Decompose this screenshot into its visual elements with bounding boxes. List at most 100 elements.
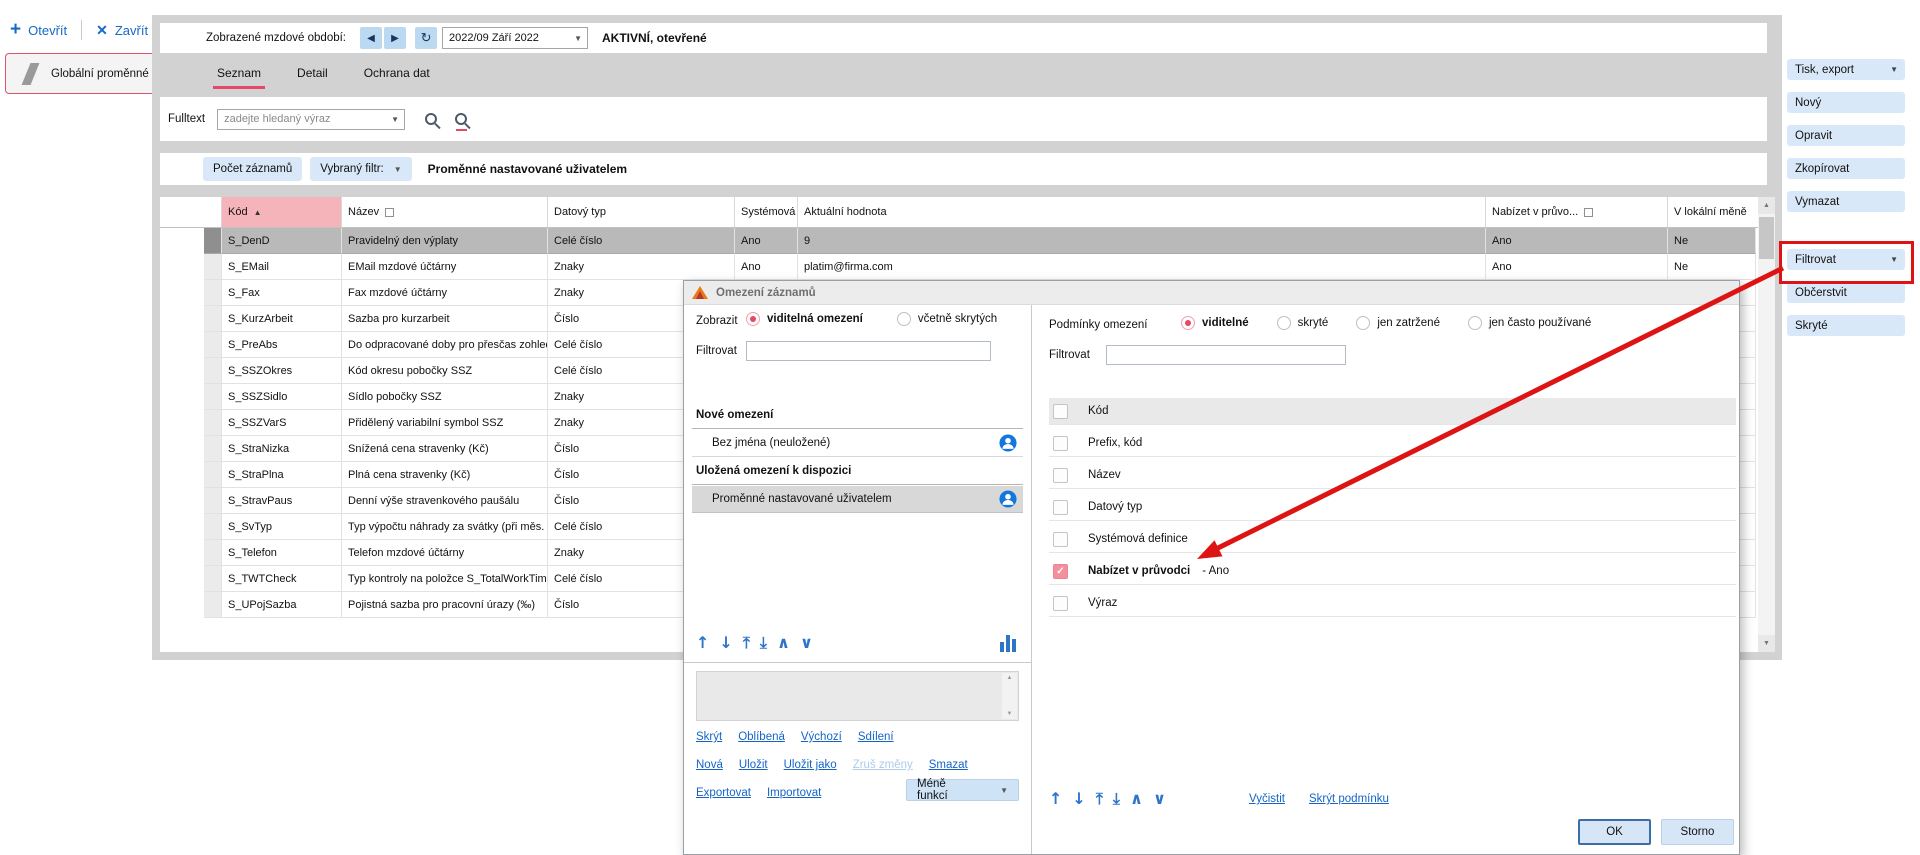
radio-option[interactable]: viditelná omezení (746, 312, 863, 326)
row-selector-cell[interactable] (204, 436, 222, 462)
column-header-systemova[interactable]: Systémová (735, 197, 798, 227)
conditions-filter-input[interactable] (1106, 345, 1346, 365)
sidebar-button[interactable]: Filtrovat ▼ (1787, 249, 1905, 270)
tab[interactable]: Seznam (213, 60, 265, 90)
condition-row[interactable]: ✓ Název (1049, 462, 1736, 489)
sidebar-button[interactable]: Skryté ▼ (1787, 315, 1905, 336)
table-scrollbar[interactable]: ▲ ▼ (1758, 197, 1775, 652)
move-down-icon[interactable]: ↓ (719, 633, 732, 653)
move-top-icon[interactable]: ⤒ (1096, 789, 1103, 809)
listbox-scrollbar[interactable]: ▲ ▼ (1002, 673, 1017, 719)
row-selector-cell[interactable] (204, 332, 222, 358)
action-link[interactable]: Exportovat (696, 787, 751, 799)
column-filter-icon[interactable] (385, 208, 394, 217)
restriction-preview-listbox[interactable]: ▲ ▼ (696, 671, 1019, 721)
row-selector-cell[interactable] (204, 306, 222, 332)
expand-icon[interactable]: ∨ (800, 633, 813, 653)
search-icon[interactable] (425, 113, 437, 125)
action-link[interactable]: Smazat (929, 759, 968, 771)
tab[interactable]: Detail (293, 60, 332, 90)
open-button[interactable]: + Otevřít (10, 23, 67, 38)
cancel-button[interactable]: Storno (1661, 819, 1734, 845)
radio-option[interactable]: jen zatržené (1356, 316, 1440, 330)
row-selector-cell[interactable] (204, 280, 222, 306)
move-down-icon[interactable]: ↓ (1072, 789, 1085, 809)
condition-row[interactable]: ✓ Systémová definice (1049, 526, 1736, 553)
column-header-aktualni-hodnota[interactable]: Aktuální hodnota (798, 197, 1486, 227)
collapse-icon[interactable]: ∧ (1130, 789, 1143, 809)
condition-row[interactable]: ✓ Výraz (1049, 590, 1736, 617)
checkbox-icon[interactable]: ✓ (1053, 500, 1068, 515)
checkbox-icon[interactable]: ✓ (1053, 596, 1068, 611)
scrollbar-thumb[interactable] (1759, 217, 1774, 259)
radio-option[interactable]: viditelné (1181, 316, 1249, 330)
record-count-button[interactable]: Počet záznamů (203, 157, 302, 181)
condition-row[interactable]: ✓ Kód (1049, 398, 1736, 425)
sidebar-button[interactable]: Vymazat ▼ (1787, 191, 1905, 212)
row-selector-cell[interactable] (204, 254, 222, 280)
radio-option[interactable]: jen často používané (1468, 316, 1591, 330)
checkbox-icon[interactable]: ✓ (1053, 468, 1068, 483)
row-selector-cell[interactable] (204, 410, 222, 436)
checkbox-icon[interactable]: ✓ (1053, 436, 1068, 451)
action-link[interactable]: Oblíbená (738, 731, 785, 743)
row-selector-cell[interactable] (204, 566, 222, 592)
tab[interactable]: Ochrana dat (360, 60, 434, 90)
radio-option[interactable]: včetně skrytých (897, 312, 997, 326)
chart-icon[interactable] (1000, 635, 1016, 652)
column-header-kod[interactable]: Kód ▲ (222, 197, 342, 227)
row-selector-cell[interactable] (204, 514, 222, 540)
action-link[interactable]: Uložit jako (784, 759, 837, 771)
action-link[interactable]: Sdílení (858, 731, 894, 743)
expand-icon[interactable]: ∨ (1153, 789, 1166, 809)
close-button[interactable]: ✕ Zavřít (96, 22, 148, 39)
sidebar-button[interactable]: Občerstvit ▼ (1787, 282, 1905, 303)
period-select[interactable]: 2022/09 Září 2022 ▼ (442, 27, 588, 49)
row-selector-cell[interactable] (204, 358, 222, 384)
radio-option[interactable]: skryté (1277, 316, 1329, 330)
row-selector-cell[interactable] (204, 384, 222, 410)
sidebar-button[interactable]: Tisk, export ▼ (1787, 59, 1905, 80)
action-link[interactable]: Importovat (767, 787, 821, 799)
row-selector-cell[interactable] (204, 592, 222, 618)
column-header-lokalni-mena[interactable]: V lokální měně (1668, 197, 1756, 227)
action-link[interactable]: Zruš změny (853, 759, 913, 771)
search-in-results-icon[interactable] (455, 113, 467, 125)
fulltext-input[interactable] (224, 113, 374, 125)
column-header-datovy-typ[interactable]: Datový typ (548, 197, 735, 227)
checkbox-icon[interactable]: ✓ (1053, 404, 1068, 419)
column-header-nazev[interactable]: Název (342, 197, 548, 227)
row-selector-cell[interactable] (204, 488, 222, 514)
condition-row[interactable]: ✓ Prefix, kód (1049, 430, 1736, 457)
move-up-icon[interactable]: ↑ (1049, 789, 1062, 809)
condition-row[interactable]: ✓ Nabízet v průvodci - Ano (1049, 558, 1736, 585)
clear-link[interactable]: Vyčistit (1249, 793, 1285, 805)
row-selector-cell[interactable] (204, 462, 222, 488)
sidebar-button[interactable]: Opravit ▼ (1787, 125, 1905, 146)
sidebar-button[interactable]: Nový ▼ (1787, 92, 1905, 113)
action-link[interactable]: Výchozí (801, 731, 842, 743)
next-period-button[interactable]: ▶ (384, 27, 406, 49)
scroll-up-icon[interactable]: ▲ (1007, 675, 1013, 681)
scroll-up-icon[interactable]: ▲ (1758, 197, 1775, 214)
action-link[interactable]: Nová (696, 759, 723, 771)
restriction-item-saved[interactable]: Proměnné nastavované uživatelem (692, 486, 1023, 513)
move-top-icon[interactable]: ⤒ (743, 633, 750, 653)
action-link[interactable]: Uložit (739, 759, 768, 771)
less-functions-dropdown[interactable]: Méně funkcí ▼ (906, 779, 1019, 801)
dialog-titlebar[interactable]: Omezení záznamů (684, 281, 1739, 305)
hide-condition-link[interactable]: Skrýt podmínku (1309, 793, 1389, 805)
ok-button[interactable]: OK (1578, 819, 1651, 845)
move-bottom-icon[interactable]: ⤓ (760, 633, 767, 653)
selected-filter-dropdown[interactable]: Vybraný filtr: ▼ (310, 157, 411, 181)
collapse-icon[interactable]: ∧ (777, 633, 790, 653)
scroll-down-icon[interactable]: ▼ (1758, 635, 1775, 652)
refresh-icon[interactable]: ↻ (415, 27, 437, 49)
column-filter-icon[interactable] (1584, 208, 1593, 217)
sidebar-button[interactable]: Zkopírovat ▼ (1787, 158, 1905, 179)
action-link[interactable]: Skrýt (696, 731, 722, 743)
restriction-item-unsaved[interactable]: Bez jména (neuložené) (692, 430, 1023, 457)
condition-row[interactable]: ✓ Datový typ (1049, 494, 1736, 521)
move-bottom-icon[interactable]: ⤓ (1113, 789, 1120, 809)
column-header-nabizet[interactable]: Nabízet v průvo... (1486, 197, 1668, 227)
